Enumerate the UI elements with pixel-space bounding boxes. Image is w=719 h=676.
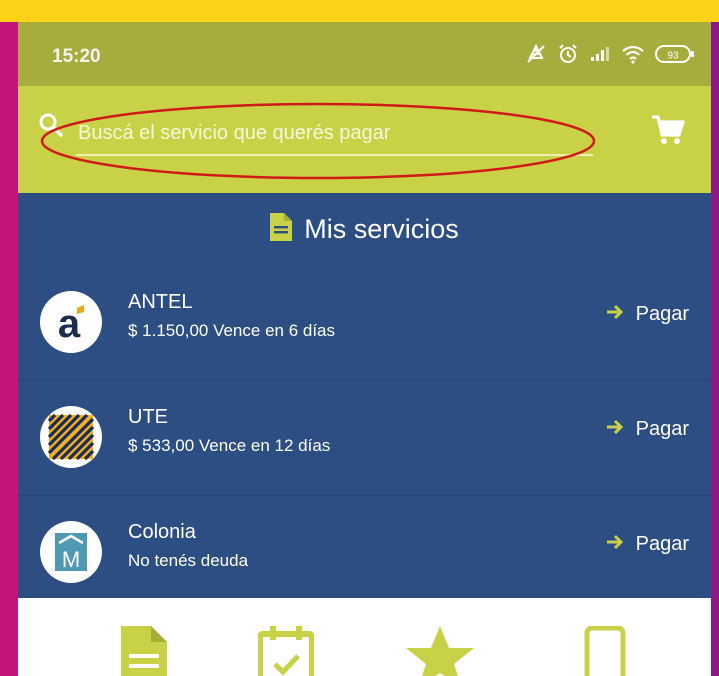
battery-icon: 93 [655,44,695,69]
search-icon[interactable] [38,112,64,143]
service-status: No tenés deuda [128,551,249,570]
document-icon[interactable] [121,626,167,676]
status-icons: 93 [525,43,695,70]
svg-text:M: M [62,547,80,572]
ute-logo [40,406,102,468]
arrow-right-icon [606,303,624,326]
search-input[interactable] [76,116,593,156]
pay-label: Pagar [635,418,689,440]
wifi-icon [621,44,645,69]
alarm-icon [557,43,579,70]
mute-icon [525,43,547,69]
status-bar: 15:20 93 [18,22,711,86]
pay-button-antel[interactable]: Pagar [606,303,689,326]
star-icon[interactable] [404,626,476,676]
pay-label: Pagar [635,533,689,555]
service-name: ANTEL [128,291,193,313]
document-icon [270,212,293,246]
battery-level: 93 [667,51,679,62]
signal-icon [589,45,611,68]
section-title: Mis servicios [304,213,459,244]
arrow-right-icon [606,533,624,556]
service-status: $ 1.150,00 Vence en 6 días [128,321,336,340]
phone-icon[interactable] [584,625,626,676]
section-header: Mis servicios [18,193,711,265]
pay-button-ute[interactable]: Pagar [606,418,689,441]
phone-screen: 15:20 93 Buscá el servicio que querés pa… [18,22,711,676]
pay-label: Pagar [635,303,689,325]
service-status: $ 533,00 Vence en 12 días [128,436,331,455]
frame-top-border [0,0,719,22]
status-time: 15:20 [52,46,101,67]
search-bar [18,86,711,193]
service-row-antel[interactable]: a ANTEL $ 1.150,00 Vence en 6 días Pagar [18,265,711,381]
colonia-logo: M [40,521,102,583]
pay-button-colonia[interactable]: Pagar [606,533,689,556]
cart-icon[interactable] [651,114,685,151]
arrow-right-icon [606,418,624,441]
service-name: UTE [128,406,168,428]
service-row-colonia[interactable]: M Colonia No tenés deuda Pagar [18,495,711,610]
calendar-icon[interactable] [257,626,315,676]
antel-logo: a [40,291,102,353]
bottom-nav [18,598,711,676]
service-name: Colonia [128,521,196,543]
service-row-ute[interactable]: UTE $ 533,00 Vence en 12 días Pagar [18,380,711,496]
